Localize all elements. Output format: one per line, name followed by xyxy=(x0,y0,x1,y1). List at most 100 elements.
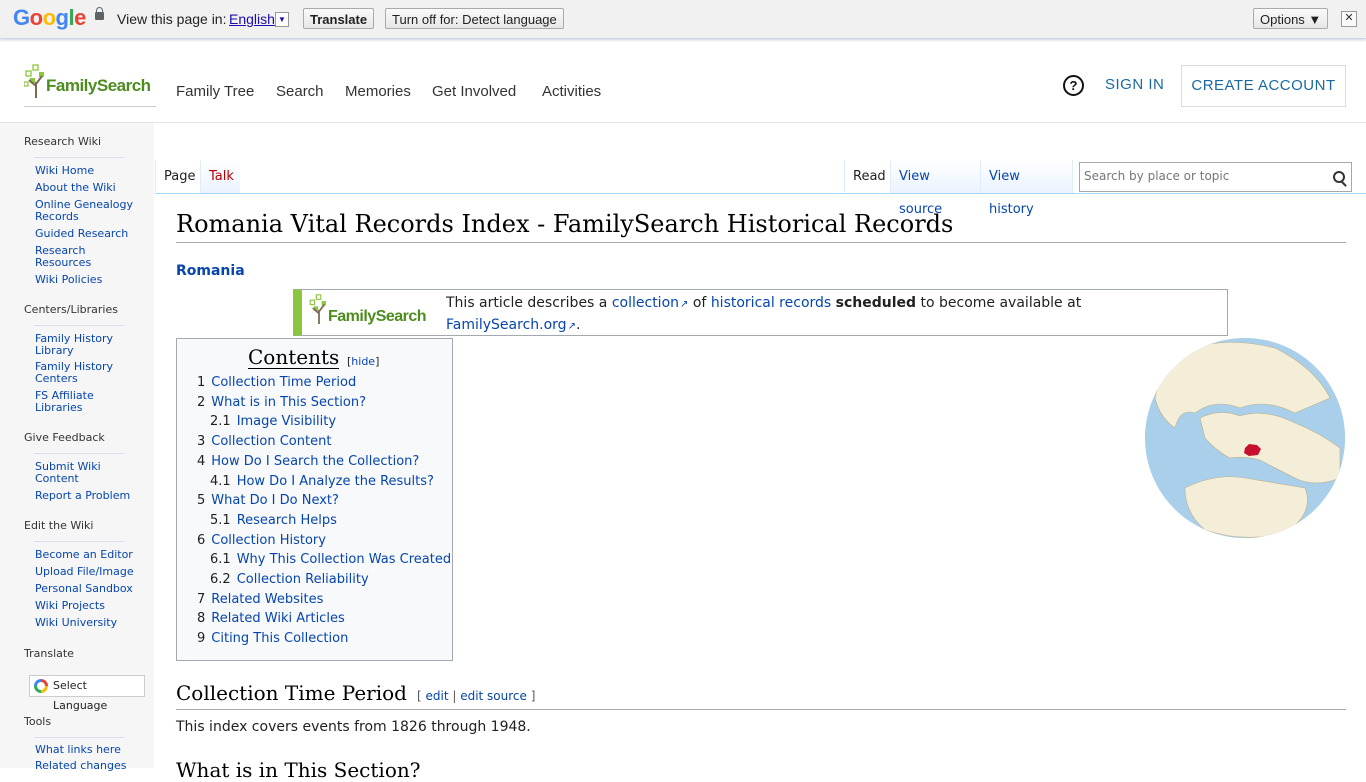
tab-view-history[interactable]: View history xyxy=(980,160,1073,217)
toc-item-link[interactable]: Collection Reliability xyxy=(237,572,369,587)
edit-source-link[interactable]: edit source xyxy=(460,689,527,703)
toc-item[interactable]: 9 Citing This Collection xyxy=(197,631,348,646)
language-link[interactable]: English xyxy=(229,11,275,27)
nav-get-involved[interactable]: Get Involved xyxy=(432,83,516,100)
language-dropdown-icon[interactable]: ▼ xyxy=(275,12,289,27)
translate-button[interactable]: Translate xyxy=(303,8,375,29)
wiki-search-box[interactable] xyxy=(1079,162,1352,192)
sidebar-item-about-wiki[interactable]: About the Wiki xyxy=(35,182,145,194)
sidebar-heading-feedback: Give Feedback xyxy=(24,431,105,444)
toc-item[interactable]: 8 Related Wiki Articles xyxy=(197,611,345,626)
help-icon[interactable]: ? xyxy=(1063,75,1084,96)
nav-family-tree[interactable]: Family Tree xyxy=(176,83,254,100)
tab-view-source[interactable]: View source xyxy=(890,160,980,217)
tab-talk[interactable]: Talk xyxy=(200,160,240,193)
category-link[interactable]: Romania xyxy=(176,263,245,279)
nav-memories[interactable]: Memories xyxy=(345,83,411,100)
nav-activities[interactable]: Activities xyxy=(542,83,601,100)
toc-item[interactable]: 6 Collection History xyxy=(197,533,326,548)
sidebar-item-family-history-centers[interactable]: Family History Centers xyxy=(35,361,115,385)
toc-item-link[interactable]: Citing This Collection xyxy=(211,631,348,646)
toc-item-link[interactable]: Image Visibility xyxy=(237,414,336,429)
toc-item-link[interactable]: What is in This Section? xyxy=(211,395,366,410)
sidebar-heading-tools: Tools xyxy=(24,715,52,728)
sidebar-item-report-problem[interactable]: Report a Problem xyxy=(35,490,145,502)
create-account-button[interactable]: CREATE ACCOUNT xyxy=(1181,65,1346,107)
toc-item-link[interactable]: Collection Time Period xyxy=(211,375,356,390)
sidebar-heading-translate: Translate xyxy=(24,647,74,660)
toc-item[interactable]: 3 Collection Content xyxy=(197,434,331,449)
toc-item-link[interactable]: Research Helps xyxy=(237,513,337,528)
search-icon[interactable] xyxy=(1333,171,1345,183)
collection-banner: FamilySearch This article describes a co… xyxy=(293,289,1228,336)
sidebar-divider xyxy=(34,325,124,326)
sidebar-item-online-genealogy[interactable]: Online Genealogy Records xyxy=(35,199,135,223)
sidebar-item-related-changes[interactable]: Related changes xyxy=(35,760,145,772)
sidebar-item-research-resources[interactable]: Research Resources xyxy=(35,245,105,269)
toc-item-number: 1 xyxy=(197,375,206,390)
banner-bold-text: scheduled xyxy=(835,295,917,311)
sign-in-link[interactable]: SIGN IN xyxy=(1105,76,1164,93)
toc-item[interactable]: 4 How Do I Search the Collection? xyxy=(197,454,419,469)
sidebar-item-fs-affiliate[interactable]: FS Affiliate Libraries xyxy=(35,390,105,414)
options-button[interactable]: Options ▼ xyxy=(1253,8,1329,29)
table-of-contents: Contents [hide] 1 Collection Time Period 2… xyxy=(176,338,453,661)
tree-logo-icon xyxy=(309,294,327,324)
toc-item-link[interactable]: Related Websites xyxy=(211,592,323,607)
sidebar-item-personal-sandbox[interactable]: Personal Sandbox xyxy=(35,583,145,595)
select-language-dropdown[interactable]: Select Language xyxy=(29,675,145,712)
familysearch-logo[interactable]: FamilySearch xyxy=(24,64,156,107)
sidebar-item-family-history-library[interactable]: Family History Library xyxy=(35,333,115,357)
toc-item-link[interactable]: Collection History xyxy=(211,533,326,548)
sidebar-divider xyxy=(34,157,124,158)
sidebar-item-wiki-university[interactable]: Wiki University xyxy=(35,617,145,629)
toc-item[interactable]: 5.1 Research Helps xyxy=(210,513,337,528)
sidebar-divider xyxy=(34,737,124,738)
toc-hide-toggle[interactable]: [hide] xyxy=(347,355,379,368)
section-title: Collection Time Period xyxy=(176,681,407,705)
sidebar-item-submit-wiki-content[interactable]: Submit Wiki Content xyxy=(35,461,105,485)
sidebar-item-wiki-projects[interactable]: Wiki Projects xyxy=(35,600,145,612)
nav-search[interactable]: Search xyxy=(276,83,324,100)
toc-item-number: 7 xyxy=(197,591,206,607)
toc-item-number: 5.1 xyxy=(210,512,231,528)
familysearch-org-link[interactable]: FamilySearch.org xyxy=(446,317,576,333)
wiki-search-input[interactable] xyxy=(1082,168,1326,184)
collection-link[interactable]: collection xyxy=(612,295,689,311)
toc-item-link[interactable]: How Do I Search the Collection? xyxy=(211,454,419,469)
toc-item[interactable]: 6.1 Why This Collection Was Created xyxy=(210,552,451,567)
sidebar-item-upload-file[interactable]: Upload File/Image xyxy=(35,566,145,578)
toc-item-link[interactable]: Related Wiki Articles xyxy=(211,611,344,626)
historical-records-link[interactable]: historical records xyxy=(711,295,831,311)
toc-item[interactable]: 5 What Do I Do Next? xyxy=(197,493,339,508)
toc-item[interactable]: 6.2 Collection Reliability xyxy=(210,572,369,587)
toc-item[interactable]: 7 Related Websites xyxy=(197,592,323,607)
sidebar-item-wiki-policies[interactable]: Wiki Policies xyxy=(35,274,145,286)
section-heading-collection-time-period: Collection Time Period [ edit | edit sour… xyxy=(176,681,1346,710)
sidebar-heading-edit: Edit the Wiki xyxy=(24,519,94,532)
toc-hide-link[interactable]: hide xyxy=(351,355,375,368)
toc-item-link[interactable]: Why This Collection Was Created xyxy=(237,552,451,567)
toc-item-link[interactable]: What Do I Do Next? xyxy=(211,493,339,508)
sidebar-item-wiki-home[interactable]: Wiki Home xyxy=(35,165,145,177)
toc-item-link[interactable]: How Do I Analyze the Results? xyxy=(237,474,434,489)
section-paragraph: This index covers events from 1826 throu… xyxy=(176,719,531,735)
google-logo: Google xyxy=(13,5,86,30)
close-icon[interactable]: ✕ xyxy=(1341,11,1357,27)
toc-item[interactable]: 2.1 Image Visibility xyxy=(210,414,336,429)
section-heading-what-is-in-this-section: What is in This Section? xyxy=(176,758,421,782)
toc-item-number: 3 xyxy=(197,434,206,450)
tab-read[interactable]: Read xyxy=(844,160,889,193)
sidebar-item-guided-research[interactable]: Guided Research xyxy=(35,228,145,240)
toc-item-link[interactable]: Collection Content xyxy=(211,434,331,449)
toc-item-number: 2 xyxy=(197,394,206,410)
toc-item[interactable]: 4.1 How Do I Analyze the Results? xyxy=(210,474,434,489)
toc-item[interactable]: 1 Collection Time Period xyxy=(197,375,356,390)
tab-page[interactable]: Page xyxy=(155,160,200,193)
sidebar-item-what-links-here[interactable]: What links here xyxy=(35,744,145,756)
sidebar-item-become-editor[interactable]: Become an Editor xyxy=(35,549,145,561)
toc-item-number: 4.1 xyxy=(210,473,231,489)
turn-off-button[interactable]: Turn off for: Detect language xyxy=(385,8,564,29)
toc-item[interactable]: 2 What is in This Section? xyxy=(197,395,366,410)
edit-link[interactable]: edit xyxy=(425,689,448,703)
